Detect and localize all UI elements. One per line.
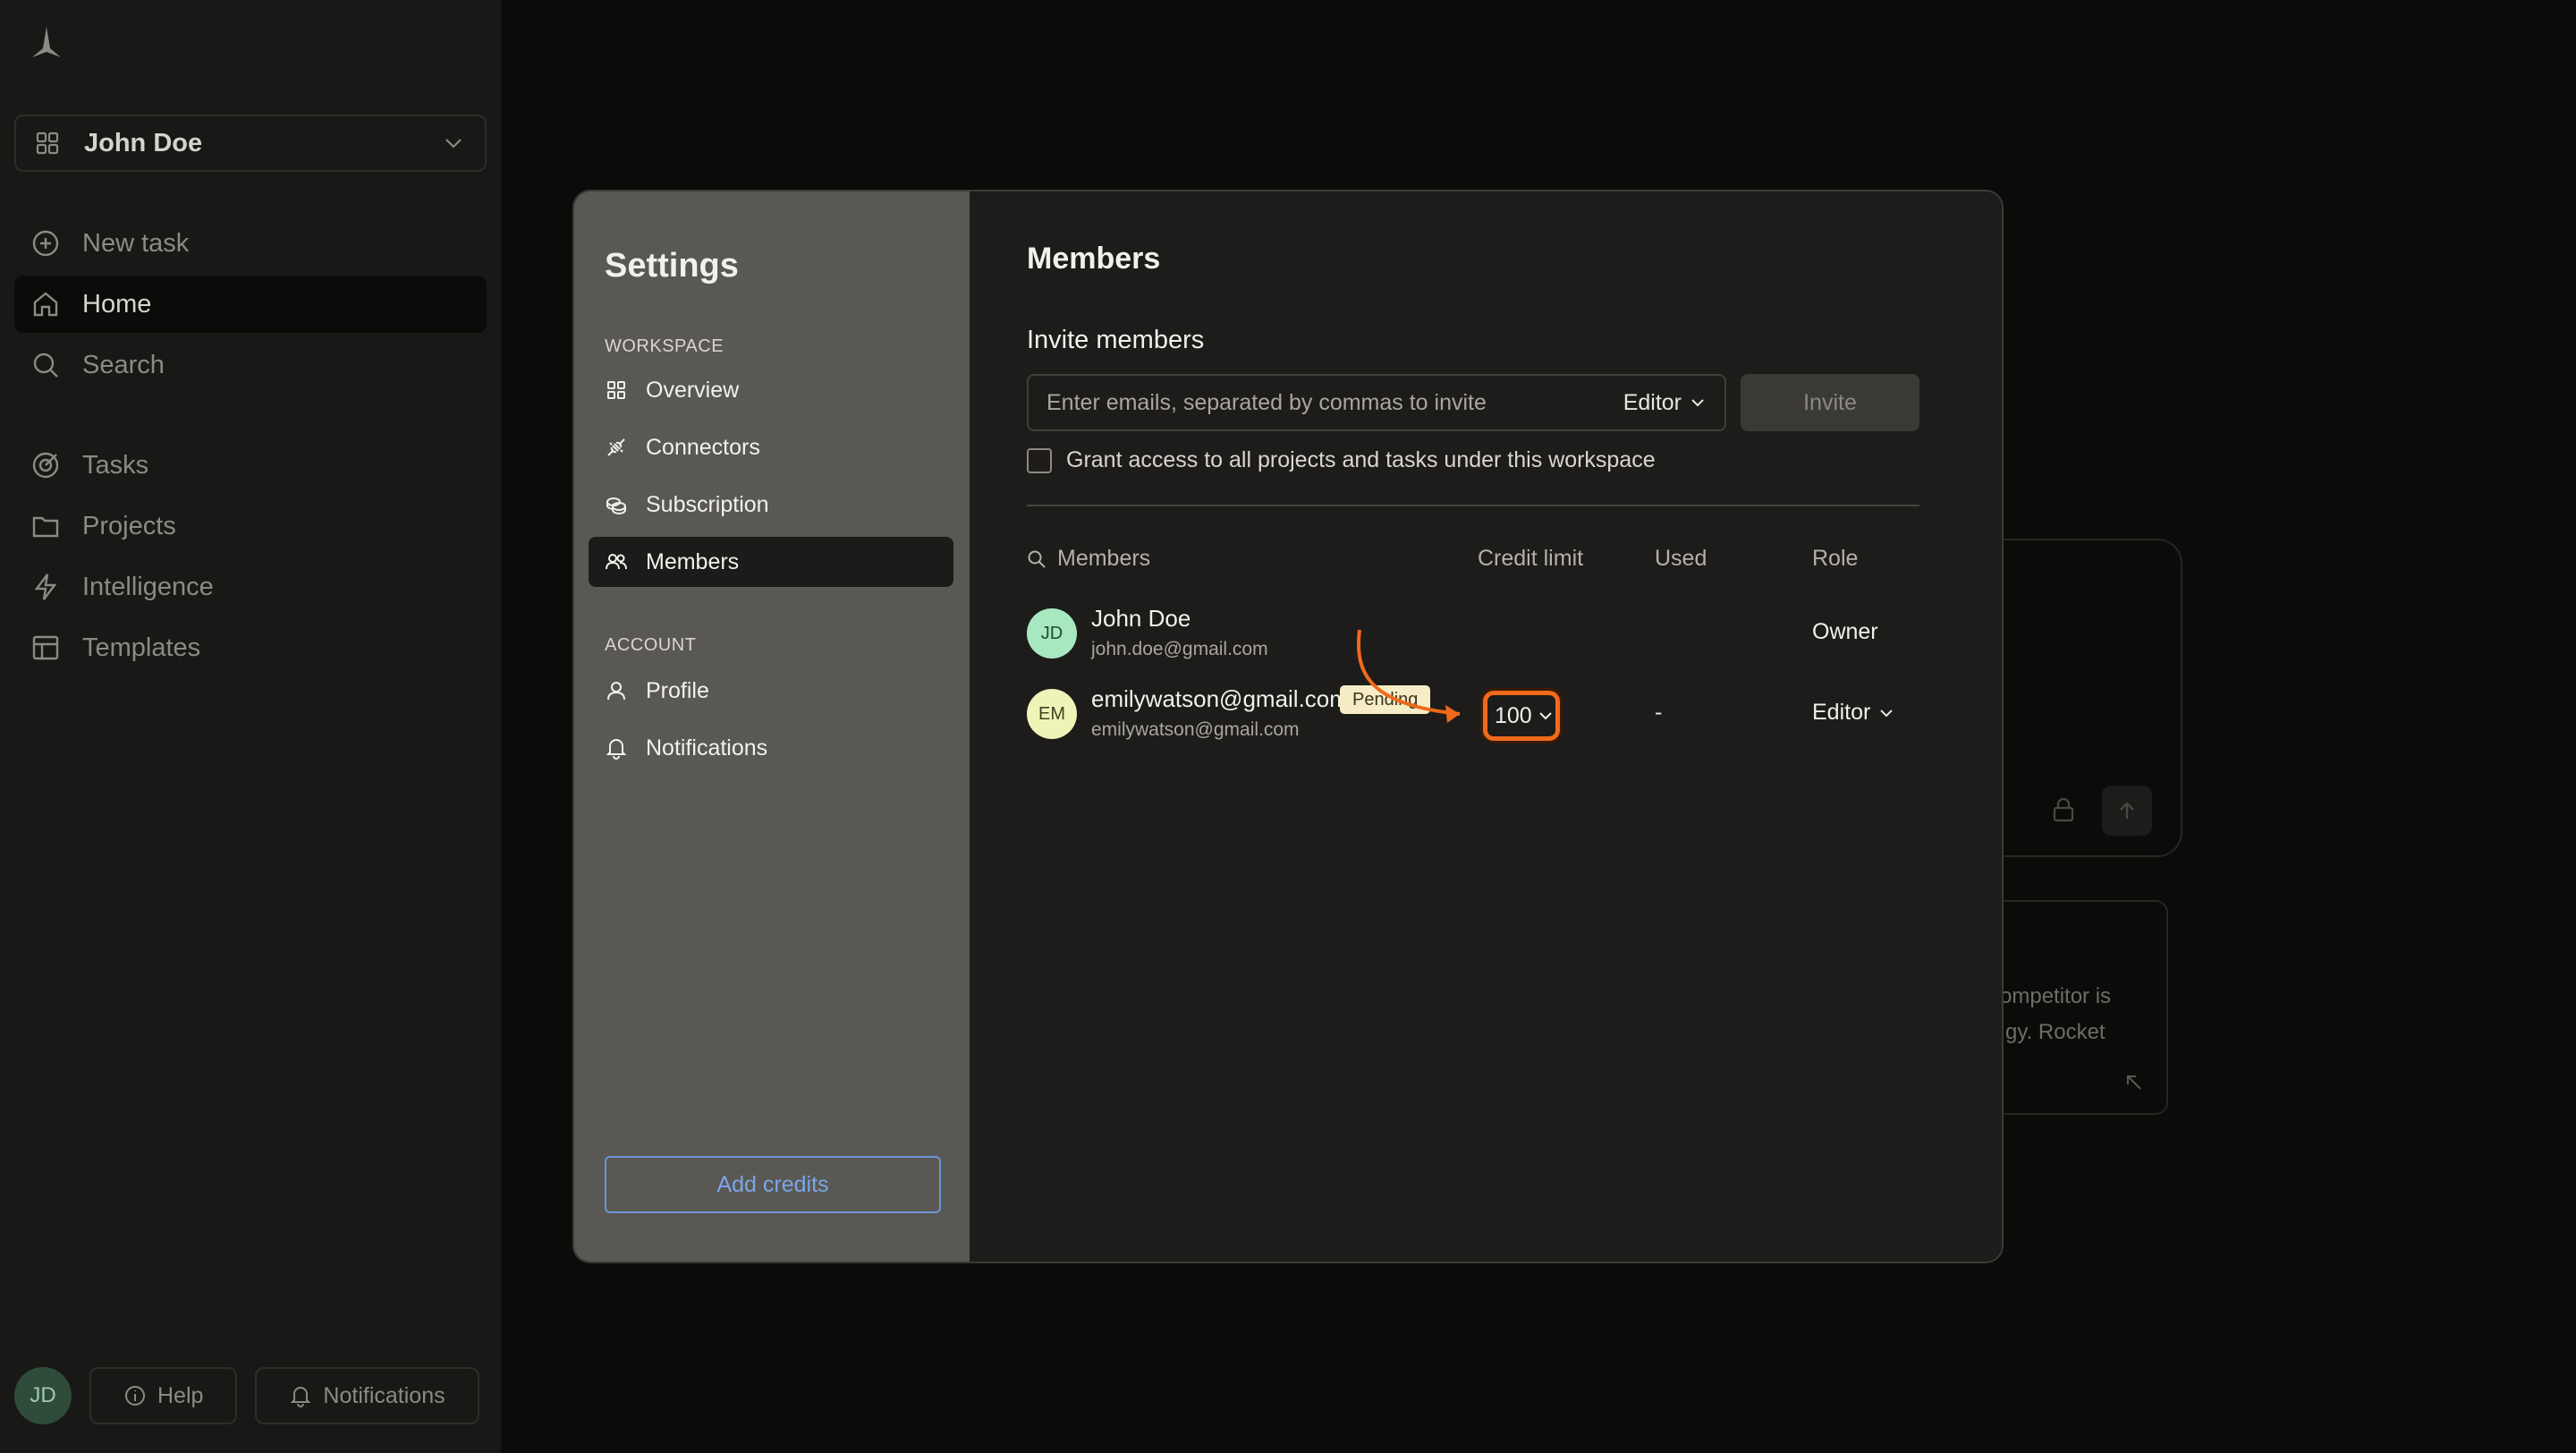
avatar[interactable]: JD — [14, 1367, 72, 1424]
bell-icon — [289, 1384, 312, 1407]
credit-limit-column-header: Credit limit — [1478, 546, 1584, 571]
invite-placeholder: Enter emails, separated by commas to inv… — [1046, 389, 1487, 415]
grid-icon — [36, 132, 59, 155]
member-name: John Doe — [1091, 605, 1191, 632]
nav-label: Tasks — [82, 450, 149, 480]
workspace-switcher[interactable]: John Doe — [14, 115, 487, 172]
settings-item-profile[interactable]: Profile — [589, 666, 953, 716]
member-role-dropdown[interactable]: Editor — [1812, 700, 1895, 726]
user-icon — [605, 679, 628, 702]
settings-item-label: Members — [646, 548, 740, 574]
template-icon — [30, 633, 61, 663]
invite-button[interactable]: Invite — [1741, 374, 1919, 431]
card-snippet: gy. Rocket — [2005, 1020, 2106, 1044]
nav-label: Search — [82, 350, 165, 379]
app-logo-icon[interactable] — [29, 25, 64, 61]
nav-label: Home — [82, 289, 152, 319]
add-credits-button[interactable]: Add credits — [605, 1156, 941, 1213]
lightning-icon — [30, 572, 61, 602]
notifications-label: Notifications — [323, 1382, 445, 1408]
invite-email-input[interactable]: Enter emails, separated by commas to inv… — [1027, 374, 1726, 431]
grant-access-label: Grant access to all projects and tasks u… — [1066, 447, 1656, 472]
send-button — [2102, 786, 2152, 836]
status-badge: Pending — [1340, 685, 1431, 714]
target-icon — [30, 450, 61, 480]
nav-tasks[interactable]: Tasks — [14, 437, 487, 494]
settings-item-label: Subscription — [646, 491, 769, 517]
member-used: - — [1655, 700, 1663, 725]
member-name: emilywatson@gmail.com — [1091, 685, 1349, 712]
column-label: Members — [1057, 546, 1151, 571]
chevron-down-icon — [1539, 712, 1552, 720]
plug-icon — [605, 436, 628, 459]
member-email: john.doe@gmail.com — [1091, 639, 1268, 659]
nav-label: Projects — [82, 511, 176, 540]
grid-icon — [605, 378, 628, 402]
coins-icon — [605, 493, 628, 516]
nav-label: Intelligence — [82, 572, 214, 601]
credit-limit-dropdown[interactable]: 100 — [1483, 691, 1560, 741]
bell-icon — [605, 736, 628, 760]
avatar: JD — [1027, 608, 1077, 659]
settings-item-notifications[interactable]: Notifications — [589, 723, 953, 773]
chevron-down-icon — [1691, 399, 1704, 407]
member-role: Owner — [1812, 619, 1878, 644]
app-sidebar: John Doe New task Home Search Tasks Proj… — [0, 0, 501, 1453]
nav-new-task[interactable]: New task — [14, 215, 487, 272]
grant-access-checkbox[interactable] — [1027, 447, 1052, 473]
workspace-section-label: WORKSPACE — [605, 336, 724, 356]
help-button[interactable]: Help — [89, 1367, 238, 1424]
info-icon — [123, 1384, 147, 1407]
settings-title: Settings — [605, 247, 739, 285]
avatar: EM — [1027, 689, 1077, 739]
nav-home[interactable]: Home — [14, 276, 487, 333]
invite-role-value: Editor — [1623, 389, 1682, 415]
nav-label: Templates — [82, 633, 201, 662]
settings-item-connectors[interactable]: Connectors — [589, 422, 953, 472]
nav-intelligence[interactable]: Intelligence — [14, 558, 487, 616]
notifications-button[interactable]: Notifications — [255, 1367, 479, 1424]
grant-access-row: Grant access to all projects and tasks u… — [1027, 447, 1656, 473]
nav-templates[interactable]: Templates — [14, 619, 487, 676]
lock-icon — [2050, 796, 2077, 823]
chevron-down-icon — [1880, 709, 1894, 717]
workspace-name: John Doe — [84, 128, 203, 157]
used-column-header: Used — [1655, 546, 1707, 571]
nav-label: New task — [82, 228, 190, 258]
nav-search[interactable]: Search — [14, 336, 487, 394]
users-icon — [605, 550, 628, 574]
divider — [1027, 505, 1919, 506]
search-icon — [30, 350, 61, 380]
invite-title: Invite members — [1027, 326, 1205, 354]
home-icon — [30, 289, 61, 319]
sidebar-footer: JD Help Notifications — [14, 1367, 497, 1424]
page-title: Members — [1027, 242, 1161, 276]
plus-circle-icon — [30, 228, 61, 259]
settings-item-members[interactable]: Members — [589, 537, 953, 587]
arrow-up-left-icon — [2123, 1072, 2145, 1093]
member-role-value: Editor — [1812, 700, 1871, 725]
search-icon — [1028, 550, 1046, 568]
nav-projects[interactable]: Projects — [14, 497, 487, 555]
account-section-label: ACCOUNT — [605, 635, 697, 655]
credit-limit-value: 100 — [1495, 702, 1532, 728]
card-snippet: ompetitor is — [2000, 984, 2112, 1008]
settings-sidebar: Settings WORKSPACE Overview Connectors S… — [574, 191, 970, 1262]
settings-modal: Settings WORKSPACE Overview Connectors S… — [572, 190, 2004, 1263]
settings-item-label: Notifications — [646, 735, 768, 760]
folder-icon — [30, 511, 61, 541]
settings-item-label: Overview — [646, 377, 740, 403]
members-column-header[interactable]: Members — [1027, 546, 1150, 572]
help-label: Help — [157, 1382, 204, 1408]
settings-item-label: Connectors — [646, 434, 760, 460]
members-panel: Members Invite members Enter emails, sep… — [970, 191, 2002, 1262]
settings-item-subscription[interactable]: Subscription — [589, 480, 953, 530]
chevron-down-icon — [442, 132, 465, 155]
invite-role-dropdown[interactable]: Editor — [1623, 390, 1707, 416]
settings-item-label: Profile — [646, 677, 709, 703]
member-email: emilywatson@gmail.com — [1091, 719, 1300, 740]
role-column-header: Role — [1812, 546, 1859, 571]
settings-item-overview[interactable]: Overview — [589, 365, 953, 415]
